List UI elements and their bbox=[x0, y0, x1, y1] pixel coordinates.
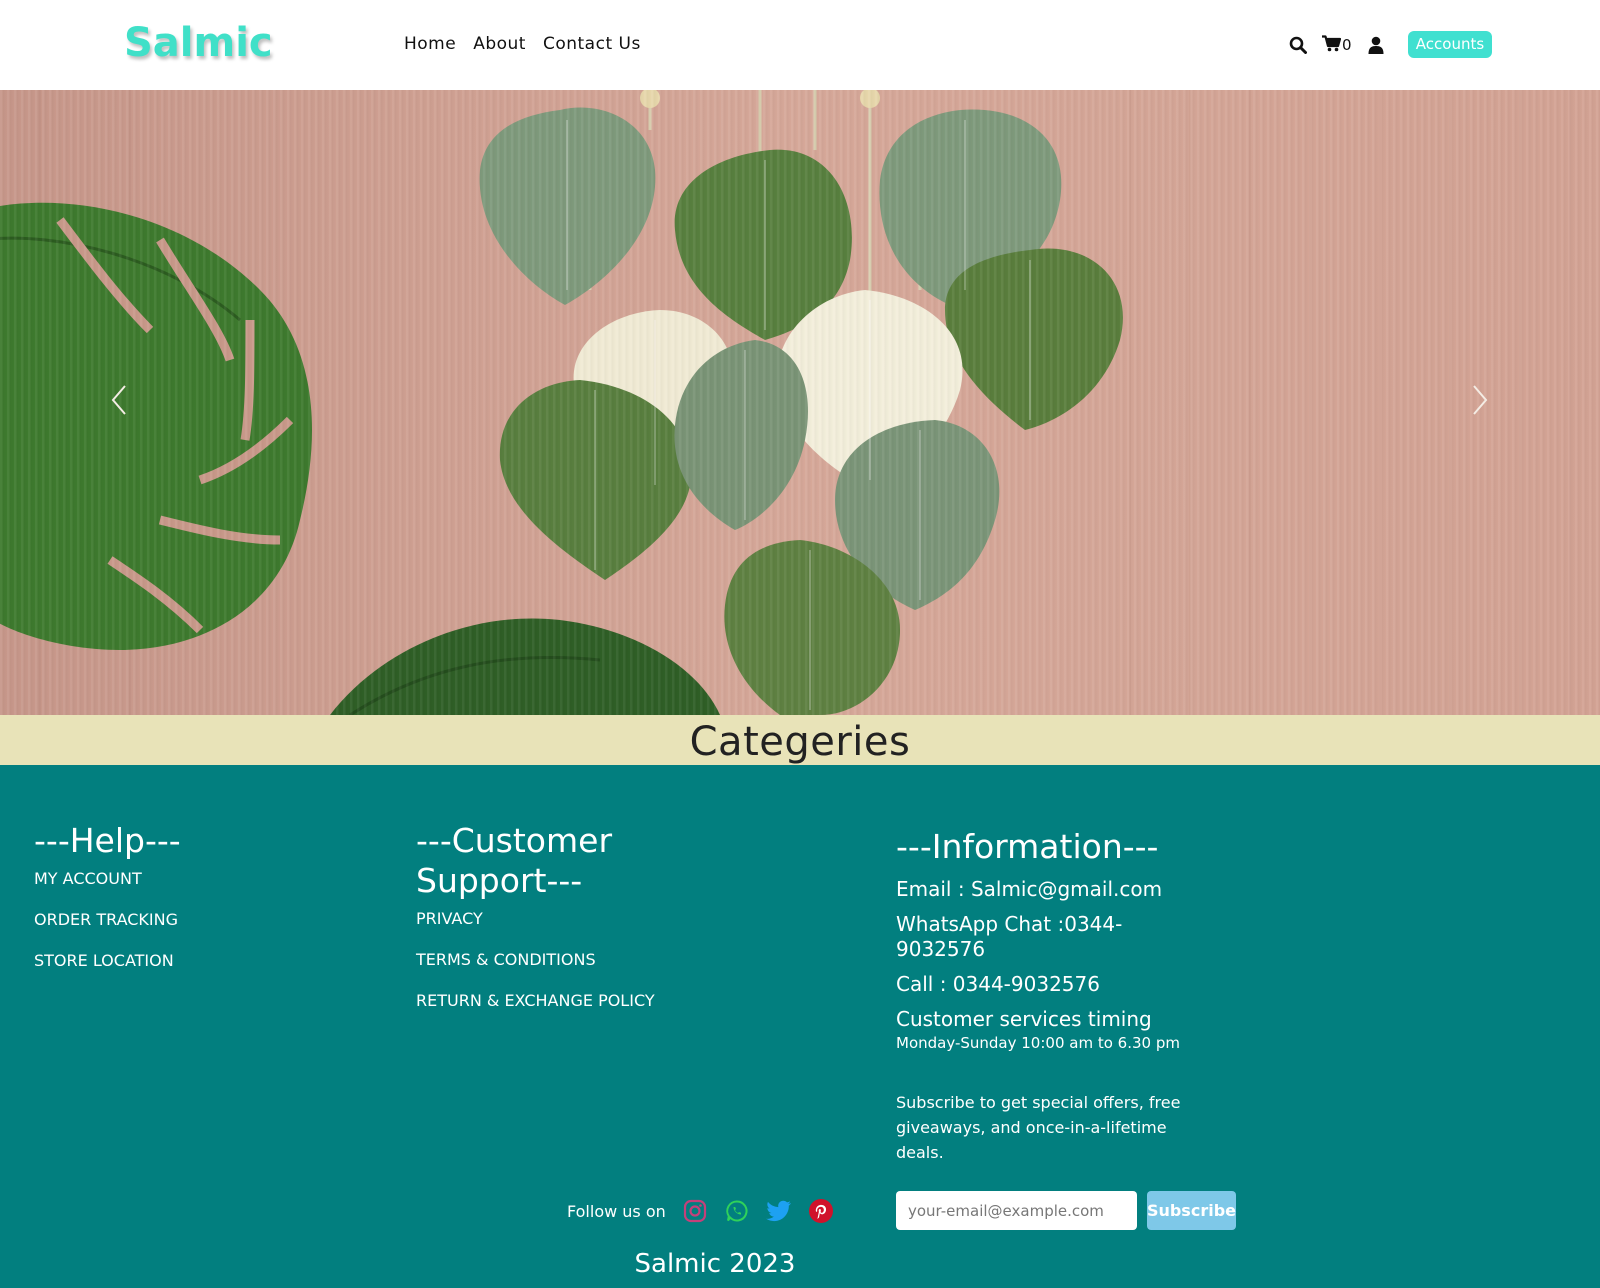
header-icons: 0 bbox=[1286, 33, 1388, 57]
instagram-icon[interactable] bbox=[682, 1198, 708, 1224]
link-terms-conditions[interactable]: TERMS & CONDITIONS bbox=[416, 950, 736, 969]
nav-home[interactable]: Home bbox=[404, 34, 456, 54]
help-title: ---Help--- bbox=[34, 821, 181, 860]
copyright: Salmic 2023 bbox=[634, 1249, 796, 1279]
categories-title: Categeries bbox=[689, 719, 911, 765]
accounts-button[interactable]: Accounts bbox=[1408, 31, 1492, 58]
subscribe-button[interactable]: Subscribe bbox=[1146, 1191, 1236, 1230]
pinterest-icon[interactable] bbox=[808, 1198, 834, 1224]
information-title: ---Information--- bbox=[896, 827, 1159, 866]
link-my-account[interactable]: MY ACCOUNT bbox=[34, 869, 181, 888]
categories-section: Categeries bbox=[0, 715, 1600, 765]
whatsapp-icon[interactable] bbox=[724, 1198, 750, 1224]
link-return-exchange-policy[interactable]: RETURN & EXCHANGE POLICY bbox=[416, 991, 736, 1010]
service-timing: Monday-Sunday 10:00 am to 6.30 pm bbox=[896, 1034, 1180, 1052]
subscribe-text: Subscribe to get special offers, free gi… bbox=[896, 1093, 1181, 1162]
site-footer: ---Help--- MY ACCOUNT ORDER TRACKING STO… bbox=[0, 765, 1600, 1288]
contact-whatsapp: WhatsApp Chat :0344-9032576 bbox=[896, 912, 1123, 961]
footer-information: ---Information--- Email : Salmic@gmail.c… bbox=[896, 827, 1236, 1230]
link-privacy[interactable]: PRIVACY bbox=[416, 909, 736, 928]
cart-icon bbox=[1322, 34, 1342, 56]
site-header: Salmic Home About Contact Us 0 Accounts bbox=[0, 0, 1600, 90]
nav-contact-us[interactable]: Contact Us bbox=[543, 34, 641, 54]
subscribe-email-input[interactable] bbox=[896, 1191, 1137, 1230]
subscribe-form: Subscribe bbox=[896, 1191, 1236, 1230]
carousel-next-button[interactable] bbox=[1464, 380, 1494, 420]
logo[interactable]: Salmic bbox=[124, 20, 273, 66]
link-order-tracking[interactable]: ORDER TRACKING bbox=[34, 910, 181, 929]
user-icon[interactable] bbox=[1364, 33, 1388, 57]
support-title: ---Customer Support--- bbox=[416, 821, 613, 900]
hero-carousel bbox=[0, 90, 1600, 715]
cart-button[interactable]: 0 bbox=[1322, 34, 1352, 56]
cart-count: 0 bbox=[1342, 36, 1352, 54]
footer-support: ---Customer Support--- PRIVACY TERMS & C… bbox=[416, 821, 736, 1010]
contact-email: Email : Salmic@gmail.com bbox=[896, 877, 1163, 901]
carousel-prev-button[interactable] bbox=[105, 380, 135, 420]
chevron-left-icon bbox=[111, 385, 126, 415]
contact-call: Call : 0344-9032576 bbox=[896, 972, 1100, 996]
follow-label: Follow us on bbox=[567, 1201, 666, 1221]
hero-texture bbox=[0, 90, 1600, 715]
chevron-right-icon bbox=[1473, 385, 1488, 415]
follow-us: Follow us on bbox=[567, 1198, 850, 1224]
footer-help: ---Help--- MY ACCOUNT ORDER TRACKING STO… bbox=[34, 821, 181, 970]
main-nav: Home About Contact Us bbox=[404, 34, 641, 54]
search-icon[interactable] bbox=[1286, 33, 1310, 57]
twitter-icon[interactable] bbox=[765, 1198, 792, 1224]
nav-about[interactable]: About bbox=[473, 34, 526, 54]
link-store-location[interactable]: STORE LOCATION bbox=[34, 951, 181, 970]
service-timing-title: Customer services timing bbox=[896, 1007, 1152, 1031]
